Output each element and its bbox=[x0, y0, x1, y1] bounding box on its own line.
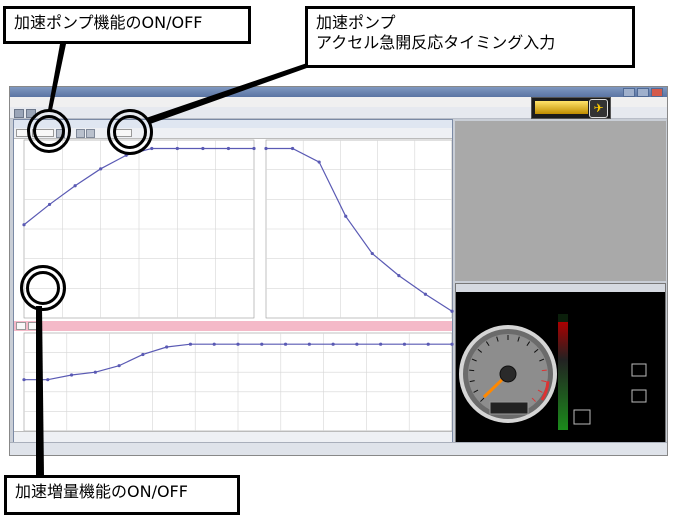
logo-badge bbox=[535, 101, 588, 114]
tab-map-3[interactable] bbox=[16, 322, 26, 330]
chart-data-point bbox=[370, 251, 374, 256]
callout-text-line2: アクセル急開反応タイミング入力 bbox=[316, 33, 556, 52]
chart-data-point bbox=[47, 202, 52, 207]
chart-data-point bbox=[236, 342, 240, 346]
app-window: ✈ bbox=[9, 86, 668, 456]
chart-data-point bbox=[99, 167, 103, 171]
charts-group bbox=[22, 139, 454, 432]
tachometer-odometer bbox=[489, 401, 529, 415]
chart-data-point bbox=[201, 146, 205, 151]
chart-data-point bbox=[307, 342, 311, 346]
chart-data-point bbox=[73, 184, 77, 188]
readout-2 bbox=[631, 389, 647, 403]
chart-data-point bbox=[150, 146, 154, 151]
chart-data-point bbox=[165, 345, 169, 349]
chart-data-point bbox=[46, 378, 50, 382]
callout-text: 加速ポンプ機能のON/OFF bbox=[14, 13, 203, 32]
callout-accel-pump-onoff: 加速ポンプ機能のON/OFF bbox=[3, 6, 251, 44]
highlight-ring-accel-pump-timing bbox=[107, 109, 153, 155]
map-charts bbox=[22, 139, 454, 432]
chart-data-point bbox=[331, 342, 335, 346]
chart-data-point bbox=[93, 370, 97, 374]
bar-meter-fill bbox=[558, 322, 568, 430]
logo: ✈ bbox=[531, 97, 611, 119]
chart-data-point bbox=[22, 223, 26, 227]
accel-increase-toolbar bbox=[14, 321, 452, 331]
title-bar bbox=[10, 87, 667, 97]
gauge-window bbox=[455, 283, 666, 443]
chart-data-point bbox=[344, 214, 348, 218]
chart-data-point bbox=[69, 373, 74, 377]
chart-data-point bbox=[188, 342, 193, 346]
close-icon[interactable] bbox=[651, 88, 663, 97]
chart-data-point bbox=[22, 378, 26, 382]
chart-data-point bbox=[141, 352, 145, 357]
logo-emblem-icon: ✈ bbox=[589, 99, 608, 118]
chart-data-point bbox=[264, 146, 268, 151]
chart-data-point bbox=[317, 160, 321, 164]
gauge-window-title bbox=[456, 284, 665, 292]
chart-data-point bbox=[226, 146, 231, 151]
gauge-display bbox=[459, 314, 647, 430]
callout-accel-pump-timing: 加速ポンプ アクセル急開反応タイミング入力 bbox=[305, 6, 635, 68]
chart-data-point bbox=[260, 342, 264, 346]
chart-data-point bbox=[283, 342, 288, 346]
highlight-ring-accel-pump-toggle bbox=[27, 109, 71, 153]
map-editor-window bbox=[13, 119, 454, 443]
callout-accel-increase-onoff: 加速増量機能のON/OFF bbox=[4, 475, 240, 515]
tachometer-hub bbox=[499, 365, 517, 383]
readout-1 bbox=[631, 363, 647, 377]
chart-data-point bbox=[212, 342, 216, 346]
chart-data-point bbox=[402, 342, 407, 346]
minimize-icon[interactable] bbox=[623, 88, 635, 97]
chart-data-point bbox=[355, 342, 359, 346]
map-window-statusbar bbox=[14, 431, 452, 442]
maximize-icon[interactable] bbox=[637, 88, 649, 97]
chart-data-point bbox=[426, 342, 430, 346]
chart-data-point bbox=[175, 146, 179, 151]
chart-data-point bbox=[290, 146, 295, 151]
empty-panel bbox=[455, 121, 666, 281]
accel-increase-onoff-toggle[interactable] bbox=[28, 322, 42, 330]
highlight-ring-accel-increase-toggle bbox=[20, 265, 66, 311]
open-icon[interactable] bbox=[14, 109, 24, 118]
app-statusbar bbox=[10, 442, 667, 455]
callout-text: 加速増量機能のON/OFF bbox=[15, 482, 188, 501]
chart-data-point bbox=[397, 274, 401, 278]
chart-data-point bbox=[117, 364, 121, 368]
callout-text-line1: 加速ポンプ bbox=[316, 13, 396, 32]
chart-data-point bbox=[450, 309, 454, 313]
chart-data-point bbox=[252, 146, 256, 151]
chart-data-point bbox=[450, 342, 454, 346]
chart-data-point bbox=[423, 292, 428, 296]
window-controls bbox=[623, 88, 663, 97]
gear-indicator bbox=[573, 409, 591, 425]
chart-data-point bbox=[379, 342, 383, 346]
